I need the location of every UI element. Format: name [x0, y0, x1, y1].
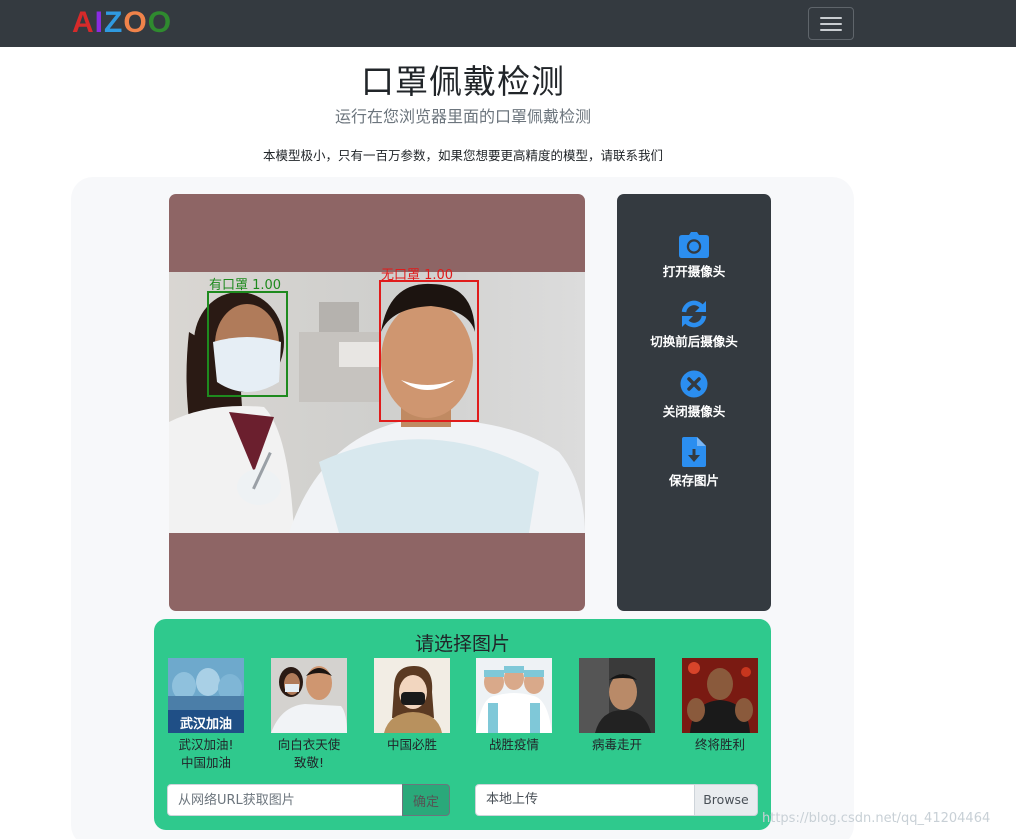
url-confirm-button[interactable]: 确定: [402, 784, 450, 816]
thumb-caption: 战胜疫情: [476, 736, 552, 754]
thumb-caption-line: 病毒走开: [591, 737, 642, 752]
thumb-overlay-text: 武汉加油: [180, 716, 232, 732]
save-image-label: 保存图片: [668, 473, 719, 488]
detection-canvas: 有口罩 1.00 无口罩 1.00: [169, 194, 585, 611]
model-note: 本模型极小，只有一百万参数，如果您想要更高精度的模型，请联系我们: [262, 148, 663, 163]
camera-icon: [679, 232, 709, 258]
thumb-caption-line: 终将胜利: [694, 737, 745, 752]
page-subtitle: 运行在您浏览器里面的口罩佩戴检测: [334, 107, 591, 126]
sample-thumb-5[interactable]: 病毒走开: [579, 658, 655, 754]
brand-letter: O: [147, 6, 173, 39]
switch-camera-button[interactable]: 切换前后摄像头: [617, 300, 771, 350]
switch-camera-label: 切换前后摄像头: [650, 334, 738, 349]
close-circle-icon: [680, 370, 708, 398]
thumb-caption: 病毒走开: [579, 736, 655, 754]
url-input[interactable]: [167, 784, 403, 816]
navbar-toggler-button[interactable]: [808, 7, 854, 40]
page-title: 口罩佩戴检测: [361, 62, 565, 101]
sync-icon: [681, 300, 707, 328]
select-title: 请选择图片: [414, 633, 510, 655]
thumb-caption-line: 战胜疫情: [488, 737, 539, 752]
thumb-caption-line: 向白衣天使: [277, 737, 341, 752]
thumb-caption-line: 中国加油: [180, 755, 231, 770]
nomask-detection-label: 无口罩 1.00: [381, 268, 454, 283]
close-camera-label: 关闭摄像头: [662, 404, 726, 419]
open-camera-button[interactable]: 打开摄像头: [617, 232, 771, 280]
thumb-caption: 终将胜利: [682, 736, 758, 754]
thumb-image: [579, 658, 655, 733]
watermark-text: https://blog.csdn.net/qq_41204464: [762, 811, 991, 826]
nomask-detection-box: [379, 280, 479, 422]
thumb-caption-line: 中国必胜: [386, 737, 437, 752]
sample-thumb-2[interactable]: 向白衣天使 致敬!: [271, 658, 347, 772]
sample-thumb-4[interactable]: 战胜疫情: [476, 658, 552, 754]
url-input-group: 确定: [167, 784, 451, 816]
sample-thumb-6[interactable]: 终将胜利: [682, 658, 758, 754]
brand-logo[interactable]: AIZOO: [72, 6, 172, 40]
close-camera-button[interactable]: 关闭摄像头: [617, 370, 771, 420]
thumb-caption: 中国必胜: [374, 736, 450, 754]
brand-letter: Z: [104, 6, 124, 39]
sample-thumb-3[interactable]: 中国必胜: [374, 658, 450, 754]
file-upload-label[interactable]: 本地上传: [475, 784, 695, 816]
thumb-caption: 向白衣天使 致敬!: [271, 736, 347, 772]
file-upload-group[interactable]: 本地上传 Browse: [475, 784, 758, 816]
thumb-caption-line: 致敬!: [293, 755, 324, 770]
thumb-image: [682, 658, 758, 733]
thumb-caption: 武汉加油! 中国加油: [168, 736, 244, 772]
brand-letter: O: [123, 6, 148, 39]
open-camera-label: 打开摄像头: [662, 264, 726, 279]
thumb-image: [374, 658, 450, 733]
camera-controls: 打开摄像头 切换前后摄像头 关闭摄像头 保存图片: [617, 194, 771, 611]
browse-button[interactable]: Browse: [694, 784, 758, 816]
mask-detection-box: [207, 291, 288, 397]
save-image-button[interactable]: 保存图片: [617, 437, 771, 489]
brand-letter: I: [94, 6, 105, 39]
brand-letter: A: [72, 6, 95, 39]
file-download-icon: [682, 437, 706, 467]
thumb-image: 武汉加油: [168, 658, 244, 733]
mask-detection-label: 有口罩 1.00: [209, 278, 282, 293]
sample-thumb-1[interactable]: 武汉加油 武汉加油! 中国加油: [168, 658, 244, 772]
thumb-image: [476, 658, 552, 733]
navbar: AIZOO: [0, 0, 1016, 47]
thumb-image: [271, 658, 347, 733]
thumb-caption-line: 武汉加油!: [178, 737, 234, 752]
